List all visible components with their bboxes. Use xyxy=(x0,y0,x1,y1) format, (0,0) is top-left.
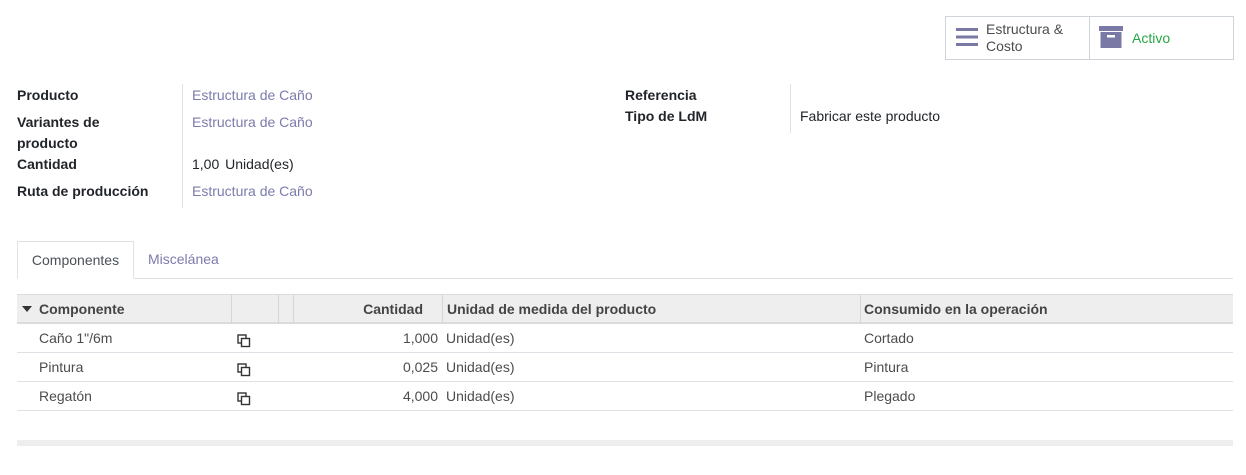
header-cantidad[interactable]: Cantidad xyxy=(294,295,423,323)
header-separator xyxy=(860,295,861,323)
cell-cantidad[interactable]: 4,000 xyxy=(294,382,438,410)
components-table: Componente Cantidad Unidad de medida del… xyxy=(17,294,1233,411)
bom-button-label: Estructura & Costo xyxy=(986,21,1063,55)
header-separator xyxy=(442,295,443,323)
header-operacion[interactable]: Consumido en la operación xyxy=(864,295,1048,323)
active-label: Activo xyxy=(1132,29,1171,46)
tipo-ldm-label: Tipo de LdM xyxy=(625,108,708,124)
copy-icon[interactable] xyxy=(237,382,251,410)
header-separator xyxy=(231,295,232,323)
header-separator xyxy=(278,295,279,323)
producto-label: Producto xyxy=(17,87,79,103)
bars-icon xyxy=(956,27,978,50)
referencia-label: Referencia xyxy=(625,87,697,103)
cantidad-number[interactable]: 1,00 xyxy=(192,156,219,172)
cell-cantidad[interactable]: 0,025 xyxy=(294,353,438,381)
notebook-tabs: Componentes Miscelánea xyxy=(17,241,1233,279)
copy-icon[interactable] xyxy=(237,353,251,381)
header-componente[interactable]: Componente xyxy=(39,295,125,323)
tab-miscelanea[interactable]: Miscelánea xyxy=(148,241,219,278)
producto-value[interactable]: Estructura de Caño xyxy=(192,85,313,106)
table-header: Componente Cantidad Unidad de medida del… xyxy=(17,294,1233,324)
ruta-value[interactable]: Estructura de Caño xyxy=(192,181,313,202)
cantidad-value[interactable]: 1,00 Unidad(es) xyxy=(192,154,294,175)
cell-operacion[interactable]: Plegado xyxy=(864,382,915,410)
table-footer xyxy=(17,440,1233,446)
active-toggle-button[interactable]: Activo xyxy=(1090,17,1233,59)
ruta-label: Ruta de producción xyxy=(17,183,149,199)
header-unidad[interactable]: Unidad de medida del producto xyxy=(447,295,656,323)
table-row[interactable]: Caño 1"/6m 1,000 Unidad(es) Cortado xyxy=(17,324,1233,353)
bom-structure-cost-button[interactable]: Estructura & Costo xyxy=(946,17,1090,59)
archive-icon xyxy=(1099,25,1123,51)
variantes-value[interactable]: Estructura de Caño xyxy=(192,112,313,133)
table-row[interactable]: Regatón 4,000 Unidad(es) Plegado xyxy=(17,382,1233,411)
left-group-separator xyxy=(182,84,183,208)
variantes-label-line1: Variantes de xyxy=(17,114,100,130)
cell-unidad[interactable]: Unidad(es) xyxy=(446,324,514,352)
copy-icon[interactable] xyxy=(237,324,251,352)
caret-down-icon[interactable] xyxy=(22,295,34,323)
cell-componente[interactable]: Regatón xyxy=(39,382,92,410)
cell-operacion[interactable]: Pintura xyxy=(864,353,908,381)
cell-cantidad[interactable]: 1,000 xyxy=(294,324,438,352)
bom-button-label-line1: Estructura & xyxy=(986,21,1064,37)
cell-unidad[interactable]: Unidad(es) xyxy=(446,382,514,410)
tab-componentes[interactable]: Componentes xyxy=(17,241,134,279)
tipo-ldm-value[interactable]: Fabricar este producto xyxy=(800,106,940,127)
cantidad-unit[interactable]: Unidad(es) xyxy=(225,156,293,172)
right-group-separator xyxy=(790,84,791,133)
cell-componente[interactable]: Caño 1"/6m xyxy=(39,324,112,352)
cell-operacion[interactable]: Cortado xyxy=(864,324,914,352)
cantidad-label: Cantidad xyxy=(17,156,77,172)
cell-unidad[interactable]: Unidad(es) xyxy=(446,353,514,381)
cell-componente[interactable]: Pintura xyxy=(39,353,83,381)
bom-button-label-line2: Costo xyxy=(986,38,1023,54)
variantes-label-line2: producto xyxy=(17,135,78,151)
smart-buttons: Estructura & Costo Activo xyxy=(945,16,1234,60)
table-row[interactable]: Pintura 0,025 Unidad(es) Pintura xyxy=(17,353,1233,382)
